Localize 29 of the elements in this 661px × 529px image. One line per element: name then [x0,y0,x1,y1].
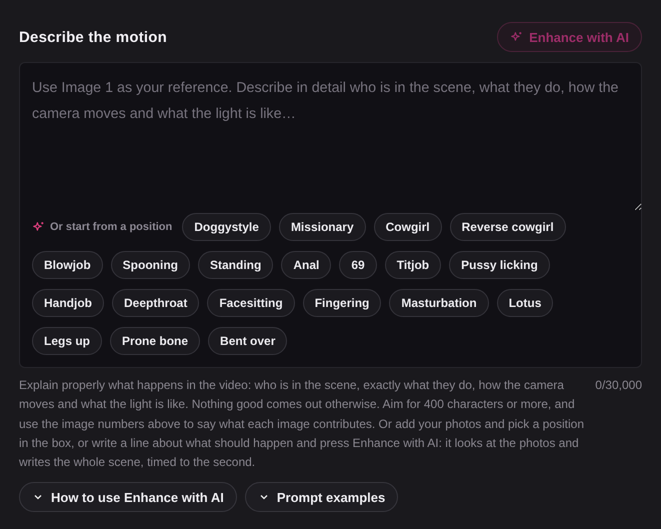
position-chip[interactable]: Reverse cowgirl [450,213,566,241]
character-count: 0/30,000 [595,377,642,394]
position-chip[interactable]: Lotus [496,289,554,317]
position-chip[interactable]: Prone bone [110,327,200,355]
position-chip[interactable]: Titjob [384,251,442,279]
position-chip[interactable]: Facesitting [207,289,295,317]
expand-toggle[interactable]: Prompt examples [244,482,398,512]
position-chip[interactable]: 69 [339,251,377,279]
position-chip[interactable]: Doggystyle [182,213,271,241]
prompt-field[interactable]: Use Image 1 as your reference. Describe in detail who is in the scene, what they do, how the camera moves and what the light is like… Or start from a position Doggystyle Missionary Cowgirl Reverse cowgirl Blowjob Spooning Standing Anal 69 Titjob Pussy licking Handjob Deepthroat Facesitting Fingering Masturbation Lotus Legs up Prone bone Bent over [19,62,642,368]
position-chip[interactable]: Masturbation [389,289,489,317]
position-chip[interactable]: Blowjob [32,251,103,279]
position-chip[interactable]: Missionary [278,213,366,241]
position-chip[interactable]: Fingering [302,289,382,317]
positions-label: Or start from a position [50,221,172,233]
section-title: Describe the motion [19,28,167,46]
position-chip[interactable]: Pussy licking [449,251,550,279]
sparkle-icon [32,220,45,234]
help-text: Explain properly what happens in the video: who is in the scene, exactly what they do, how the camera moves and what the light is like. Nothing good comes out otherwise. Aim for 400 characters or more, and use the image numbers above to say what each image contributes. Or add your photos and pick a position in the box, or write a line about what should happen and press Enhance with AI: it looks at the photos and writes the whole scene, timed to the second. [19,377,585,472]
position-chip[interactable]: Anal [281,251,332,279]
position-chip[interactable]: Spooning [110,251,190,279]
position-chip[interactable]: Standing [198,251,274,279]
sparkle-icon [510,30,524,44]
position-chip[interactable]: Handjob [32,289,104,317]
position-chip[interactable]: Bent over [208,327,288,355]
position-chip[interactable]: Cowgirl [374,213,442,241]
position-chip[interactable]: Legs up [32,327,102,355]
position-chip[interactable]: Deepthroat [112,289,200,317]
expand-toggle[interactable]: How to use Enhance with AI [19,482,237,512]
